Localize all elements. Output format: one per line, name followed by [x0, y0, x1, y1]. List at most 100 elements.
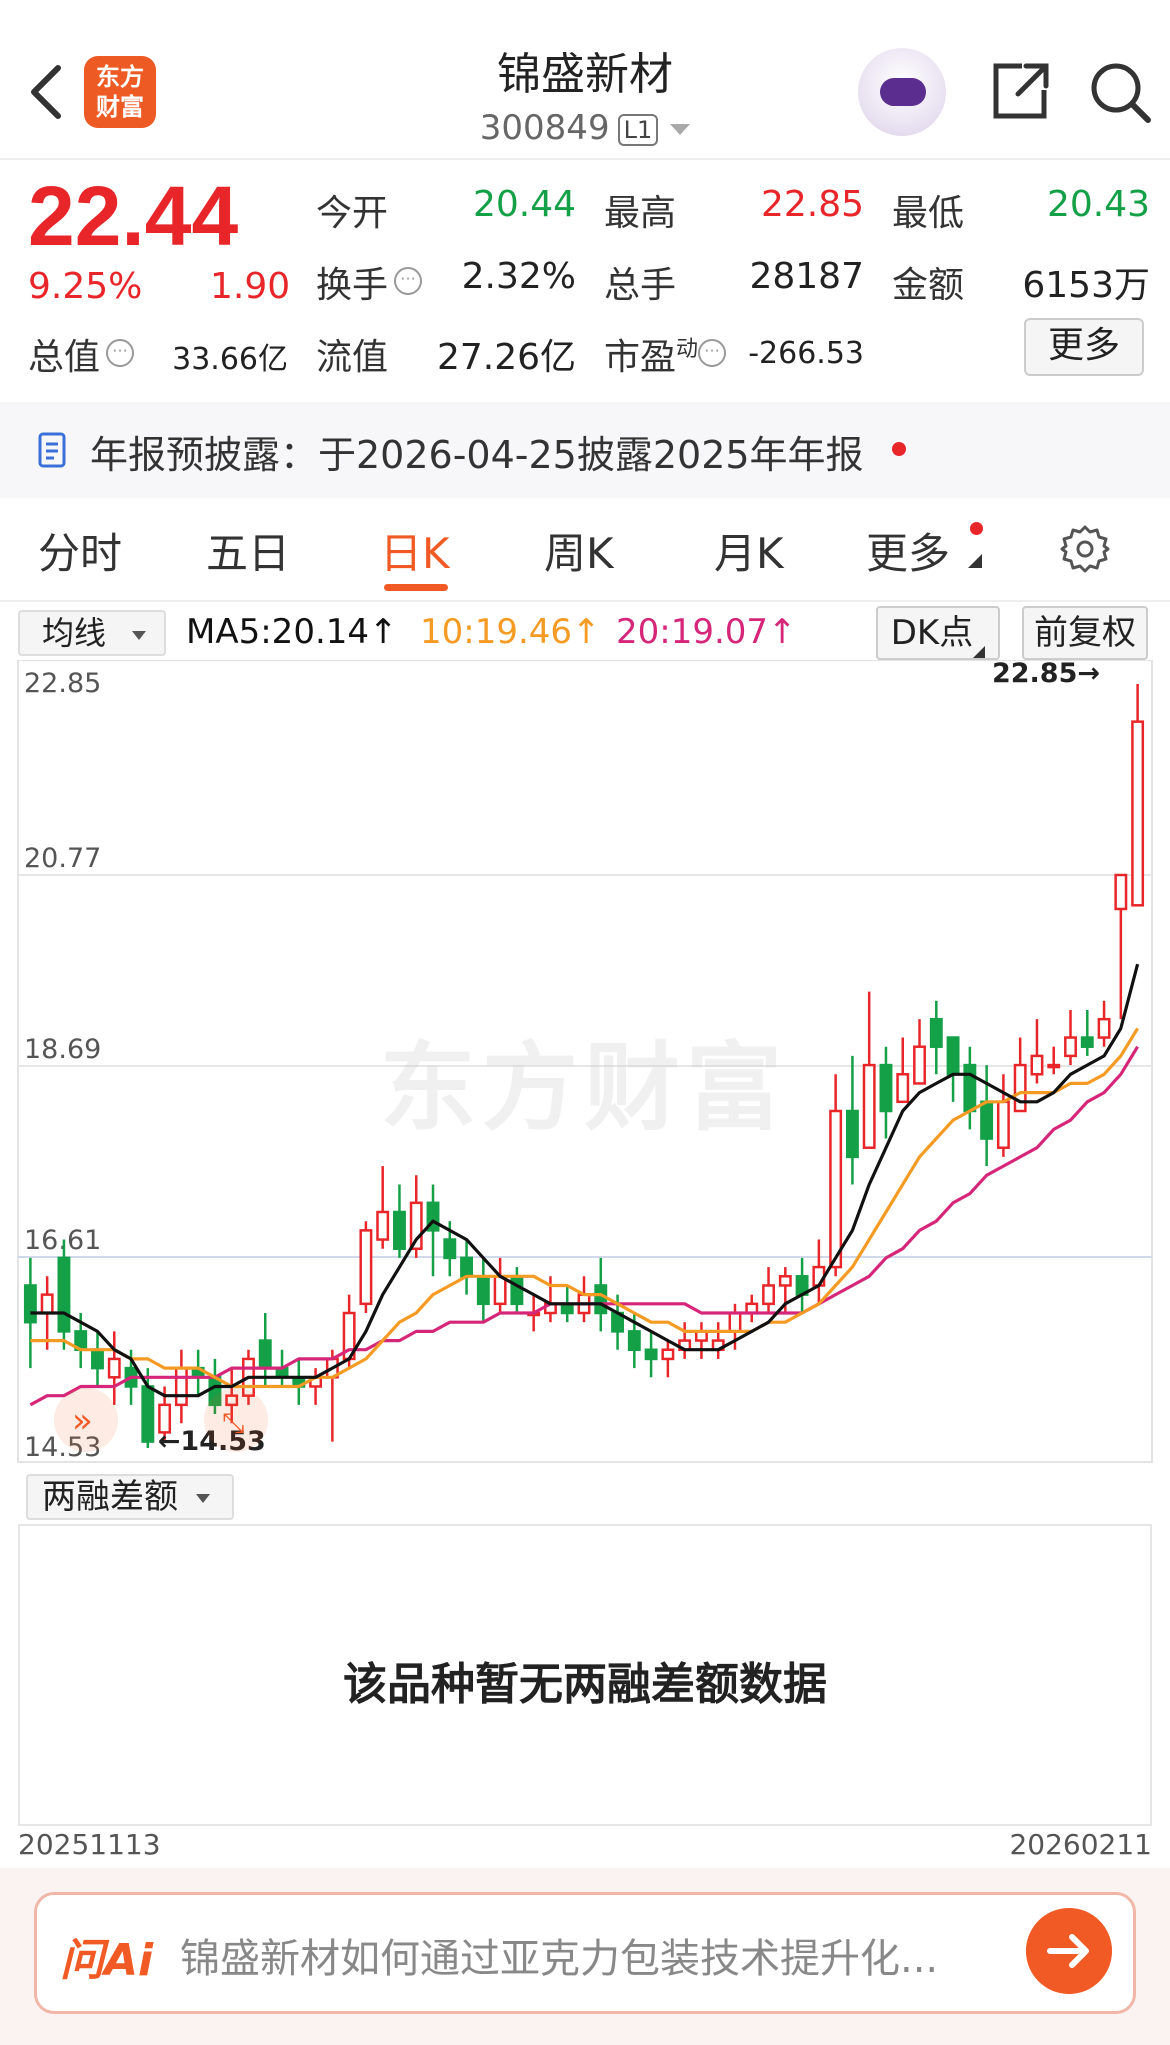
- candle-body: [40, 1293, 54, 1315]
- candle-body: [627, 1330, 641, 1351]
- info-icon: ···: [698, 339, 727, 367]
- turnover-label[interactable]: 换手 ···: [316, 256, 423, 308]
- candle-body: [661, 1348, 675, 1361]
- stock-code: 300849: [479, 108, 610, 148]
- turnover-value: 2.32%: [461, 256, 576, 297]
- tabs-divider: [0, 600, 1170, 602]
- indicator-selector[interactable]: 均线: [18, 610, 166, 656]
- candle-body: [1030, 1054, 1044, 1076]
- candle-body: [996, 1100, 1010, 1149]
- candle-body: [913, 1045, 926, 1085]
- high-value: 22.85: [760, 184, 864, 225]
- mcap-label-text: 总值: [28, 337, 101, 378]
- candle-body: [443, 1238, 457, 1260]
- candle-body: [174, 1366, 188, 1407]
- max-price-label: 22.85→: [992, 660, 1100, 689]
- dk-point-label: DK点: [890, 613, 974, 653]
- candle-body: [946, 1036, 960, 1076]
- header-divider: [0, 158, 1170, 160]
- candle-body: [845, 1109, 859, 1159]
- candle-body: [258, 1339, 272, 1370]
- adjust-button[interactable]: 前复权: [1022, 606, 1148, 660]
- candle-body: [644, 1348, 658, 1361]
- notice-text: 年报预披露：于2026-04-25披露2025年年报: [90, 433, 864, 477]
- candle-body: [23, 1284, 37, 1324]
- candle-body: [476, 1275, 490, 1306]
- info-icon: ···: [394, 267, 423, 295]
- volume-label: 总手: [604, 265, 677, 306]
- y-tick-label: 20.77: [24, 843, 101, 874]
- more-tab-red-dot: [970, 522, 983, 535]
- info-icon: ···: [106, 339, 135, 367]
- candle-body: [594, 1284, 608, 1315]
- gear-icon[interactable]: [1060, 524, 1110, 574]
- robot-face-icon: [880, 78, 926, 106]
- start-date: 20251113: [18, 1828, 161, 1861]
- active-tab-indicator: [384, 584, 448, 591]
- candle-body: [929, 1017, 943, 1048]
- candle-body: [728, 1311, 742, 1333]
- search-icon[interactable]: [1088, 60, 1152, 124]
- amount-label: 金额: [892, 265, 965, 306]
- y-tick-label: 18.69: [24, 1034, 101, 1065]
- dropdown-triangle-icon: [196, 1494, 210, 1503]
- candle-body: [359, 1229, 373, 1306]
- candle-body: [91, 1348, 104, 1370]
- dk-point-button[interactable]: DK点: [876, 606, 1000, 660]
- double-chevron-icon: »: [72, 1401, 93, 1441]
- open-value: 20.44: [472, 184, 576, 225]
- candle-body: [493, 1275, 507, 1306]
- candle-body: [107, 1357, 121, 1379]
- pe-sup: 动: [676, 337, 699, 362]
- candle-body: [762, 1284, 775, 1306]
- report-icon: [38, 432, 66, 468]
- ma10-label: 10:19.46↑: [420, 612, 601, 652]
- candle-body: [1131, 720, 1145, 907]
- empty-message: 该品种暂无两融差额数据: [343, 1659, 827, 1710]
- low-label: 最低: [892, 193, 965, 234]
- tab-more[interactable]: 更多: [866, 520, 950, 581]
- candle-body: [57, 1256, 71, 1333]
- dropdown-triangle-icon: [132, 630, 147, 640]
- candle-body: [963, 1063, 977, 1113]
- corner-triangle-icon: [968, 554, 982, 568]
- margin-selector-label: 两融差额: [42, 1477, 178, 1517]
- ma5-label: MA5:20.14↑: [186, 612, 398, 652]
- candle-body: [1013, 1063, 1027, 1113]
- watermark: 东方财富: [380, 1032, 788, 1144]
- more-quote-button[interactable]: 更多: [1024, 318, 1144, 376]
- share-icon[interactable]: [988, 60, 1050, 122]
- change-percent: 9.25%: [28, 266, 143, 307]
- y-tick-label: 22.85: [24, 668, 101, 699]
- float-label: 流值: [316, 337, 389, 378]
- candle-body: [1114, 873, 1128, 911]
- tab-five-day[interactable]: 五日: [206, 520, 290, 581]
- end-date: 20260211: [1009, 1828, 1152, 1861]
- volume-value: 28187: [749, 256, 864, 297]
- pe-label[interactable]: 市盈动 ···: [604, 328, 727, 380]
- indicator-selector-label: 均线: [42, 614, 107, 652]
- change-amount: 1.90: [210, 266, 291, 307]
- dropdown-triangle-icon: [670, 124, 691, 135]
- margin-selector[interactable]: 两融差额: [26, 1474, 234, 1520]
- mcap-label[interactable]: 总值 ···: [28, 328, 135, 380]
- last-price: 22.44: [28, 169, 239, 263]
- float-value: 27.26亿: [436, 337, 576, 378]
- low-value: 20.43: [1046, 184, 1150, 225]
- candle-body: [510, 1275, 524, 1306]
- corner-triangle-icon: [973, 646, 986, 658]
- ai-go-arrow-icon[interactable]: [1026, 1908, 1112, 1994]
- candle-body: [862, 1063, 876, 1149]
- ai-suggestion-text[interactable]: 锦盛新材如何通过亚克力包装技术提升化...: [180, 1926, 938, 1984]
- candle-body: [980, 1100, 994, 1140]
- y-tick-label: 16.61: [24, 1225, 101, 1256]
- candle-body: [1080, 1036, 1094, 1048]
- mcap-value: 33.66亿: [172, 342, 288, 377]
- candle-body: [829, 1109, 843, 1269]
- tab-monthly-k[interactable]: 月K: [714, 520, 784, 581]
- candle-body: [376, 1210, 390, 1241]
- tab-daily-k[interactable]: 日K: [380, 520, 450, 581]
- candle-body: [1064, 1036, 1077, 1058]
- tab-intraday[interactable]: 分时: [38, 520, 122, 581]
- tab-weekly-k[interactable]: 周K: [544, 520, 614, 581]
